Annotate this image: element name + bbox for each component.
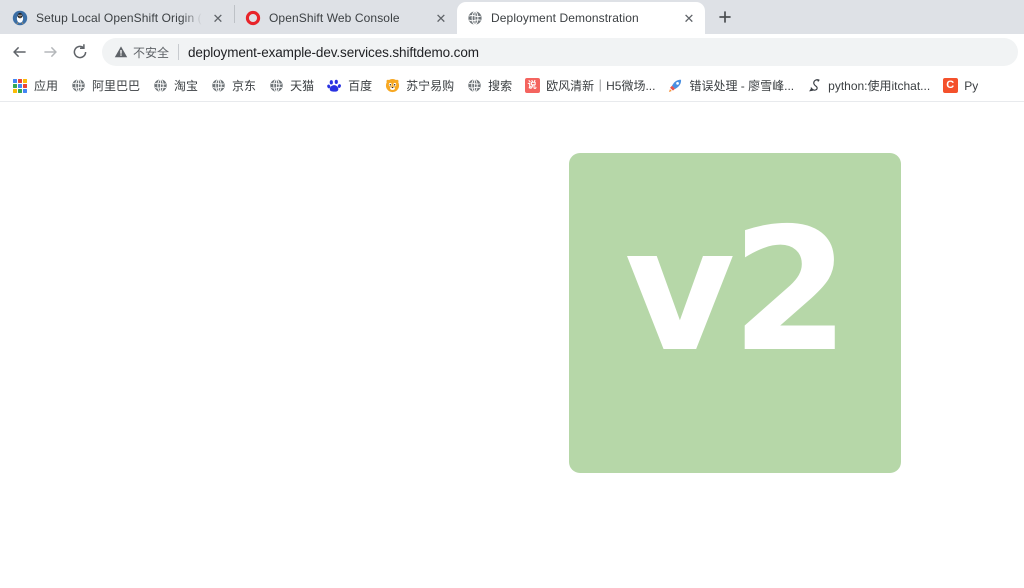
- c-square-icon: C: [942, 78, 958, 94]
- tab-deployment-demonstration[interactable]: Deployment Demonstration ✕: [457, 2, 705, 34]
- globe-icon: [268, 78, 284, 94]
- omnibox-divider: [178, 44, 180, 60]
- page-content: v2: [0, 102, 1024, 588]
- tab-close-icon[interactable]: ✕: [681, 10, 697, 26]
- arrow-right-icon: [44, 46, 57, 58]
- tab-close-icon[interactable]: ✕: [433, 10, 449, 26]
- globe-icon: [210, 78, 226, 94]
- suning-lion-icon: [384, 78, 400, 94]
- version-card: v2: [569, 153, 901, 473]
- bookmark-label: Py: [964, 78, 979, 93]
- tab-title: Setup Local OpenShift Origin (: [36, 11, 202, 25]
- security-status[interactable]: 不安全: [114, 44, 169, 61]
- bookmark-label: 搜索: [488, 79, 513, 93]
- tab-title: Deployment Demonstration: [491, 11, 639, 25]
- bookmarks-bar: 应用 阿里巴巴 淘宝 京东 天猫 百度 苏宁易购 搜索 说 欧风清新｜H5微场.…: [0, 70, 1024, 102]
- globe-icon: [70, 78, 86, 94]
- bookmark-python-itchat[interactable]: python:使用itchat...: [800, 74, 936, 97]
- browser-window: Setup Local OpenShift Origin ( ✕ OpenShi…: [0, 0, 1024, 588]
- bookmark-label: 京东: [232, 79, 257, 93]
- bookmark-label: python:使用itchat...: [828, 79, 931, 93]
- bookmark-alibaba[interactable]: 阿里巴巴: [64, 74, 146, 97]
- bookmark-oufeng-h5[interactable]: 说 欧风清新｜H5微场...: [518, 74, 661, 97]
- bookmark-label: 错误处理 - 廖雪峰...: [689, 79, 795, 93]
- tab-setup-local-openshift-origin[interactable]: Setup Local OpenShift Origin ( ✕: [2, 2, 234, 34]
- warning-triangle-icon: [114, 46, 128, 58]
- bookmark-label: 天猫: [290, 79, 315, 93]
- apps-grid-icon: [12, 78, 28, 94]
- rocket-icon: [667, 78, 683, 94]
- back-button[interactable]: [6, 38, 34, 66]
- globe-icon: [467, 10, 483, 26]
- bookmark-jd[interactable]: 京东: [204, 74, 262, 97]
- security-label: 不安全: [133, 45, 170, 60]
- bookmark-py[interactable]: C Py: [936, 75, 984, 97]
- bookmark-taobao[interactable]: 淘宝: [146, 74, 204, 97]
- reload-icon: [73, 44, 87, 59]
- bookmark-label: 苏宁易购: [406, 79, 455, 93]
- bookmark-baidu[interactable]: 百度: [320, 74, 378, 97]
- baidu-paw-icon: [326, 78, 342, 94]
- new-tab-button[interactable]: [711, 3, 739, 31]
- snake-icon: [806, 78, 822, 94]
- tab-close-icon[interactable]: ✕: [210, 10, 226, 26]
- browser-toolbar: 不安全 deployment-example-dev.services.shif…: [0, 34, 1024, 70]
- version-label: v2: [624, 192, 849, 390]
- tab-openshift-web-console[interactable]: OpenShift Web Console ✕: [235, 2, 457, 34]
- bookmark-liaoxuefeng-error-handling[interactable]: 错误处理 - 廖雪峰...: [661, 74, 800, 97]
- reload-button[interactable]: [66, 38, 94, 66]
- tab-title: OpenShift Web Console: [269, 11, 400, 25]
- forward-button[interactable]: [36, 38, 64, 66]
- bookmark-label: 淘宝: [174, 79, 199, 93]
- bookmark-label: 阿里巴巴: [92, 79, 141, 93]
- url-text: deployment-example-dev.services.shiftdem…: [188, 44, 479, 60]
- bookmark-search[interactable]: 搜索: [460, 74, 518, 97]
- openshift-ring-icon: [245, 10, 261, 26]
- bookmark-label: 应用: [34, 79, 59, 93]
- bookmark-suning[interactable]: 苏宁易购: [378, 74, 460, 97]
- globe-icon: [466, 78, 482, 94]
- arrow-left-icon: [13, 46, 26, 58]
- plus-icon: [719, 11, 731, 23]
- bookmark-label: 百度: [348, 79, 373, 93]
- c-square-glyph: C: [942, 78, 958, 93]
- bookmark-tmall[interactable]: 天猫: [262, 74, 320, 97]
- bookmark-label: 欧风清新｜H5微场...: [546, 79, 656, 93]
- tab-strip: Setup Local OpenShift Origin ( ✕ OpenShi…: [0, 0, 1024, 34]
- penguin-icon: [12, 10, 28, 26]
- globe-icon: [152, 78, 168, 94]
- shuo-square-icon: 说: [524, 78, 540, 94]
- bookmark-apps[interactable]: 应用: [6, 74, 64, 97]
- shuo-square-glyph: 说: [524, 78, 540, 93]
- address-bar[interactable]: 不安全 deployment-example-dev.services.shif…: [102, 38, 1018, 66]
